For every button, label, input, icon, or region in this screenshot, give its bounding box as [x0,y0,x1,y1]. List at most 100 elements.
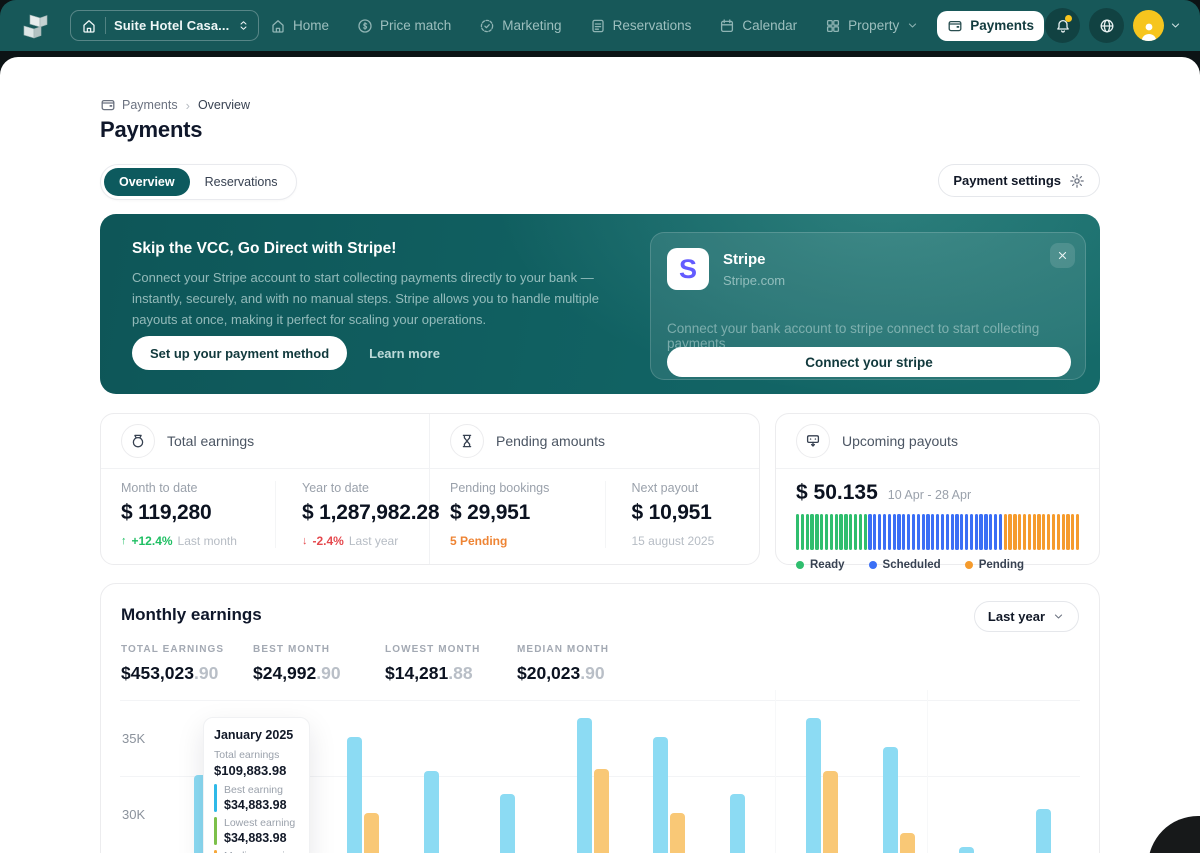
stat-delta: +12.4% [132,534,173,548]
wallet-icon [947,18,963,34]
nav-item-label: Payments [970,18,1034,33]
payout-tick-scheduled [960,514,963,550]
payout-tick-ready [835,514,838,550]
tooltip-item: Lowest earning$34,883.98 [214,817,299,845]
pending-amounts-header: Pending amounts [430,414,759,469]
tooltip-item-value: $34,883.98 [224,798,287,812]
brand-logo-icon[interactable] [16,7,54,45]
connect-stripe-button[interactable]: Connect your stripe [667,347,1071,377]
chart-bar-best_earning-jun[interactable] [577,718,592,853]
stat-note: 15 august 2025 [632,534,760,548]
chart-bar-best_earning-jul[interactable] [653,737,668,853]
legend-item-scheduled: Scheduled [869,559,941,571]
total-earnings-columns: Month to date$ 119,280↑+12.4%Last monthY… [101,469,429,548]
payout-tick-ready [801,514,804,550]
chart-bar-best_earning-sep[interactable] [806,718,821,853]
nav-item-home[interactable]: Home [260,11,339,41]
payout-tick-pending [1062,514,1065,550]
chart-bar-median_earning-jul[interactable] [670,813,685,853]
payout-tick-scheduled [989,514,992,550]
summary-stat-main: $453,023 [121,663,194,683]
chart-bar-best_earning-dec[interactable] [1036,809,1051,853]
tab-reservations[interactable]: Reservations [190,168,293,196]
payout-tick-scheduled [931,514,934,550]
chart-bar-best_earning-nov[interactable] [959,847,974,853]
payout-tick-ready [854,514,857,550]
pending-amounts-columns: Pending bookings$ 29,9515 PendingNext pa… [430,469,759,548]
nav-item-price-match[interactable]: Price match [347,11,461,41]
payout-tick-scheduled [941,514,944,550]
selector-divider [105,17,106,34]
payout-tick-ready [839,514,842,550]
breadcrumb-payments-link[interactable]: Payments [100,97,178,113]
avatar [1133,10,1164,41]
summary-stat-decimal: .88 [448,663,472,683]
tooltip-color-bar [214,784,217,812]
payout-date-range: 10 Apr - 28 Apr [888,488,971,502]
chart-bar-best_earning-oct[interactable] [883,747,898,853]
nav-item-property[interactable]: Property [815,11,929,41]
summary-stat: TOTAL EARNINGS $453,023.90 [121,644,233,684]
chart-bar-best_earning-may[interactable] [500,794,515,853]
language-button[interactable] [1089,8,1124,43]
chart-bar-best_earning-aug[interactable] [730,794,745,853]
payout-tick-ready [859,514,862,550]
tooltip-item-value: $34,883.98 [224,831,295,845]
setup-payment-method-button[interactable]: Set up your payment method [132,336,347,370]
summary-stat-label: LOWEST MONTH [385,644,497,655]
chart-bar-best_earning-apr[interactable] [424,771,439,853]
notifications-button[interactable] [1045,8,1080,43]
app-window: Suite Hotel Casa... Home Price match Marke… [0,0,1200,853]
nav-item-calendar[interactable]: Calendar [709,11,807,41]
chart-bar-median_earning-oct[interactable] [900,833,915,853]
learn-more-link[interactable]: Learn more [369,346,440,361]
close-banner-button[interactable] [1050,243,1075,268]
summary-stat-label: TOTAL EARNINGS [121,644,233,655]
breadcrumb-separator: › [186,98,190,113]
notification-badge [1065,15,1072,22]
nav-item-reservations[interactable]: Reservations [580,11,702,41]
stat-label: Pending bookings [450,481,605,495]
summary-stat-decimal: .90 [580,663,604,683]
payout-tick-pending [1013,514,1016,550]
banner-description: Connect your Stripe account to start col… [132,268,610,330]
total-earnings-header: Total earnings [101,414,429,469]
upcoming-payouts-title: Upcoming payouts [842,433,958,449]
payout-tick-scheduled [979,514,982,550]
payout-tick-scheduled [999,514,1002,550]
stat-value: $ 29,951 [450,501,605,525]
nav-item-payments[interactable]: Payments [937,11,1044,41]
period-selector[interactable]: Last year [974,601,1079,632]
account-menu[interactable] [1133,10,1182,41]
chart-bar-best_earning-mar[interactable] [347,737,362,853]
total-earnings-section: Total earnings Month to date$ 119,280↑+1… [101,414,430,564]
pending-amounts-title: Pending amounts [496,433,605,449]
payout-amount: $ 50.135 [796,481,878,505]
chart-bar-median_earning-mar[interactable] [364,813,379,853]
nav-item-marketing[interactable]: Marketing [469,11,571,41]
payout-tick-scheduled [936,514,939,550]
stat-note: ↓-2.4%Last year [302,534,429,548]
summary-stat-decimal: .90 [194,663,218,683]
arrow-down-icon: ↓ [302,535,308,547]
payout-tick-pending [1004,514,1007,550]
chart-bar-median_earning-sep[interactable] [823,771,838,853]
chart-bar-median_earning-jun[interactable] [594,769,609,853]
breadcrumb: Payments › Overview [100,97,250,113]
tooltip-items: Best earning$34,883.98 Lowest earning$34,… [214,784,299,853]
property-selector[interactable]: Suite Hotel Casa... [70,10,259,41]
breadcrumb-current: Overview [198,98,250,112]
stat-value: $ 1,287,982.28 [302,501,429,525]
payout-tick-pending [1033,514,1036,550]
tooltip-item: Best earning$34,883.98 [214,784,299,812]
payment-settings-button[interactable]: Payment settings [938,164,1100,197]
payout-tick-ready [844,514,847,550]
tab-overview[interactable]: Overview [104,168,190,196]
summary-stat: MEDIAN MONTH$20,023.90 [517,644,629,684]
nav-right-cluster [1045,0,1182,51]
stripe-domain: Stripe.com [723,273,785,288]
nav-item-label: Marketing [502,18,561,33]
payout-tick-ready [820,514,823,550]
summary-stat-value: $24,992.90 [253,663,365,684]
summary-stat-label: BEST MONTH [253,644,365,655]
